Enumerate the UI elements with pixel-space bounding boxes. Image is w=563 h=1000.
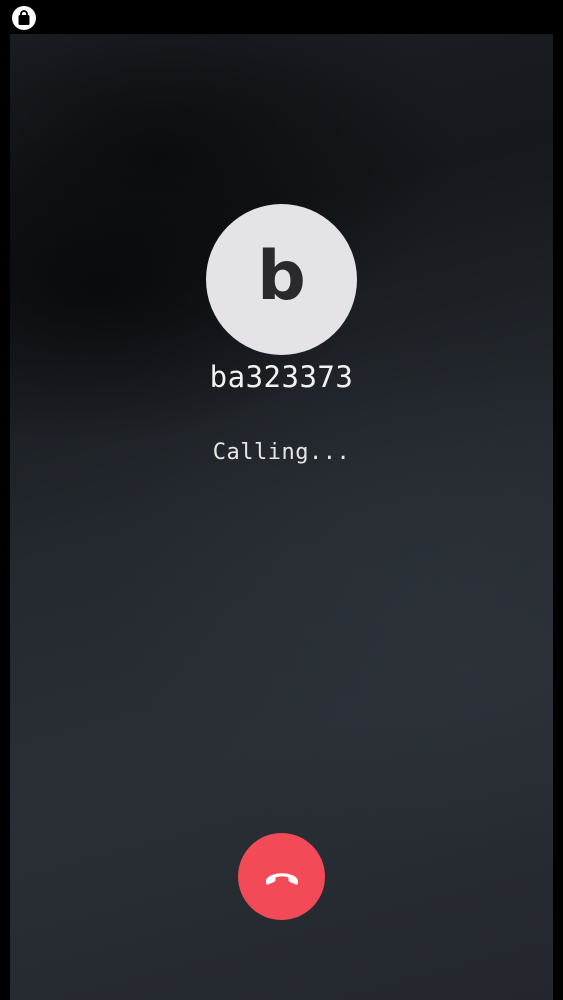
call-screen: b ba323373 Calling...	[0, 0, 563, 1000]
contact-avatar: b	[206, 204, 357, 355]
call-status: Calling...	[212, 440, 351, 465]
contact-name: ba323373	[209, 360, 354, 394]
avatar-letter: b	[257, 236, 306, 316]
shopping-bag-icon	[12, 6, 36, 30]
end-call-button[interactable]	[238, 833, 325, 920]
phone-hangup-icon	[265, 872, 298, 885]
status-bar	[0, 0, 563, 34]
